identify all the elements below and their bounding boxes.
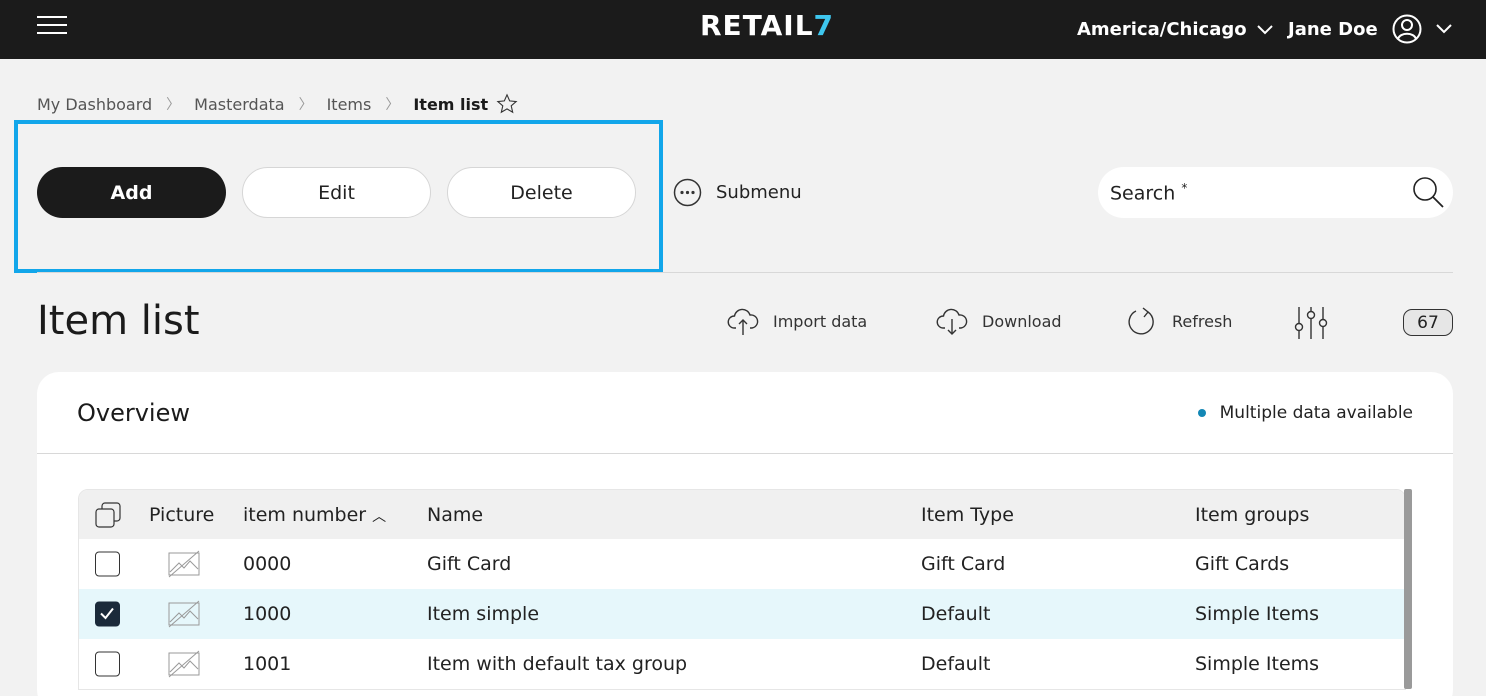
user-avatar-icon [1392,14,1422,44]
refresh-label: Refresh [1172,311,1233,331]
select-all-icon[interactable] [95,501,121,528]
menu-icon[interactable] [37,16,67,34]
refresh-icon [1128,307,1154,335]
item-name-cell: Item simple [427,603,540,625]
item-number-cell: 1001 [243,653,292,675]
item-group-cell: Simple Items [1195,603,1320,625]
item-number-cell: 0000 [243,553,292,575]
chevron-down-icon [1256,24,1273,34]
refresh-button[interactable]: Refresh [1126,305,1232,337]
table-header: Picture item number ︿ Name Item Type Ite… [79,490,1405,539]
item-type-cell: Gift Card [921,553,1006,575]
breadcrumb-dashboard[interactable]: My Dashboard [37,95,152,114]
column-header-item-type[interactable]: Item Type [921,504,1014,526]
page-title: Item list [37,298,200,344]
chevron-down-icon [1435,24,1452,34]
user-name: Jane Doe [1288,18,1378,40]
download-label: Download [982,311,1062,331]
item-type-cell: Default [921,603,991,625]
breadcrumb-items[interactable]: Items [327,95,372,114]
data-status: Multiple data available [1197,403,1413,423]
delete-button[interactable]: Delete [447,167,636,218]
retail7-logo[interactable]: RETAIL7 [700,9,834,42]
favorite-star-icon[interactable] [496,93,518,115]
edit-button[interactable]: Edit [242,167,431,218]
data-status-label: Multiple data available [1219,403,1413,423]
item-number-cell: 1000 [243,603,292,625]
download-button[interactable]: Download [936,305,1062,337]
timezone-selector[interactable]: America/Chicago [1077,19,1273,40]
search-icon[interactable] [1411,175,1445,209]
import-data-label: Import data [773,311,868,331]
checkmark-icon [100,607,114,620]
overview-card: Overview Multiple data available Picture… [37,372,1453,696]
import-data-button[interactable]: Import data [727,305,867,337]
search-input[interactable]: Search * [1098,167,1453,218]
table-row[interactable]: 1000 Item simple Default Simple Items [79,589,1405,639]
status-dot-icon [1197,409,1206,417]
image-placeholder-icon [168,600,200,628]
row-checkbox[interactable] [95,601,120,627]
row-checkbox[interactable] [95,651,120,677]
column-header-item-groups[interactable]: Item groups [1195,504,1309,526]
overview-title: Overview [77,399,190,427]
row-checkbox[interactable] [95,551,120,577]
column-settings-button[interactable] [1293,305,1329,341]
item-group-cell: Gift Cards [1195,553,1290,575]
submenu-label: Submenu [716,182,802,203]
column-header-picture: Picture [149,503,215,526]
cloud-upload-icon [727,308,759,335]
items-table: Picture item number ︿ Name Item Type Ite… [78,489,1406,690]
more-options-icon [673,178,702,207]
sliders-icon [1294,307,1328,339]
breadcrumb-masterdata[interactable]: Masterdata [194,95,284,114]
breadcrumb: My Dashboard 〉 Masterdata 〉 Items 〉 Item… [37,93,518,115]
cloud-download-icon [936,308,968,335]
sort-ascending-icon: ︿ [372,508,387,525]
item-count-badge: 67 [1403,309,1453,336]
timezone-label: America/Chicago [1077,19,1247,40]
image-placeholder-icon [168,650,200,678]
image-placeholder-icon [168,550,200,578]
table-row[interactable]: 0000 Gift Card Gift Card Gift Cards [79,539,1405,589]
item-type-cell: Default [921,653,991,675]
card-divider [37,453,1453,454]
breadcrumb-separator: 〉 [385,97,400,113]
top-bar: RETAIL7 America/Chicago Jane Doe [0,0,1486,59]
column-header-item-number[interactable]: item number ︿ [243,504,386,526]
add-button[interactable]: Add [37,167,226,218]
section-divider [37,272,1453,273]
breadcrumb-current: Item list [413,94,489,114]
user-menu[interactable]: Jane Doe [1288,14,1452,44]
submenu-button[interactable]: Submenu [673,178,802,207]
table-scrollbar[interactable] [1404,489,1412,689]
breadcrumb-separator: 〉 [166,97,181,113]
breadcrumb-separator: 〉 [298,97,313,113]
item-name-cell: Item with default tax group [427,653,688,675]
search-label: Search * [1110,180,1188,205]
item-group-cell: Simple Items [1195,653,1320,675]
item-name-cell: Gift Card [427,553,512,575]
column-header-name[interactable]: Name [427,504,483,526]
table-row[interactable]: 1001 Item with default tax group Default… [79,639,1405,689]
